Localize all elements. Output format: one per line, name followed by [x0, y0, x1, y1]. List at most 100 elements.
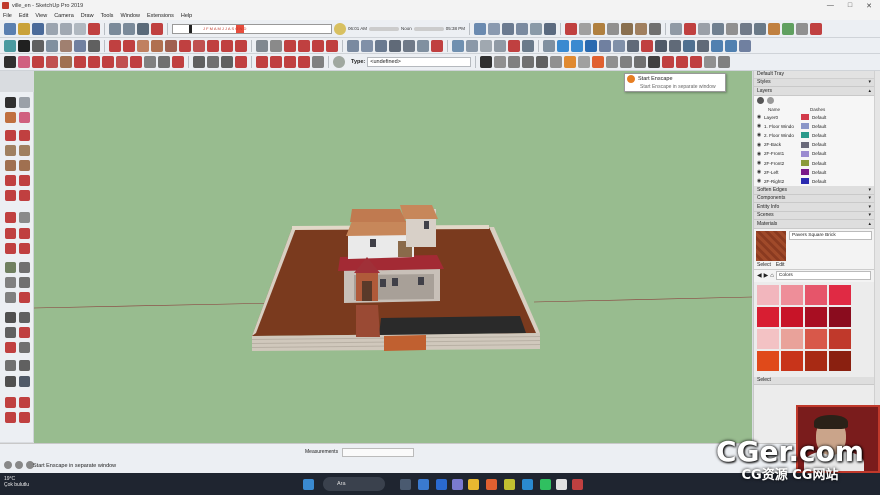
- offset-tool-icon[interactable]: [130, 56, 142, 68]
- sandbox-icon[interactable]: [4, 39, 16, 52]
- chrome-icon[interactable]: [504, 479, 515, 490]
- sun-icon[interactable]: [334, 22, 346, 35]
- camera-iso-icon[interactable]: [474, 22, 487, 35]
- tool-c-icon[interactable]: [74, 39, 86, 52]
- panel-c-icon[interactable]: [739, 39, 751, 52]
- text-tool-icon[interactable]: [158, 56, 170, 68]
- shadow-time-slider[interactable]: 06:01 AM Noon 05:38 PM: [348, 26, 465, 31]
- outer-shell-icon[interactable]: [613, 39, 625, 52]
- circle-icon[interactable]: [165, 39, 177, 52]
- section-materials[interactable]: Materials ▴: [754, 220, 874, 229]
- line-icon[interactable]: [109, 39, 121, 52]
- layer-row[interactable]: ◉ Layer0 Default: [754, 113, 874, 122]
- enscape-panorama-icon[interactable]: [620, 56, 633, 68]
- type-dropdown[interactable]: <undefined>: [367, 57, 472, 67]
- paste-icon[interactable]: [74, 22, 86, 35]
- eye-icon[interactable]: ◉: [754, 123, 764, 129]
- sketchup-taskbar-icon[interactable]: [572, 479, 583, 490]
- material-swatch[interactable]: [757, 328, 779, 349]
- section-select[interactable]: Select: [754, 376, 874, 385]
- polygon-icon[interactable]: [179, 39, 191, 52]
- scale-left-icon[interactable]: [5, 243, 16, 254]
- paint-icon[interactable]: [5, 112, 16, 123]
- pie-icon[interactable]: [235, 39, 247, 52]
- zoom-extents-icon[interactable]: [641, 39, 653, 52]
- play-icon[interactable]: [18, 39, 30, 52]
- style-c-icon[interactable]: [480, 39, 492, 52]
- cube-d-icon[interactable]: [536, 56, 549, 68]
- task-view-icon[interactable]: [400, 479, 411, 490]
- menu-view[interactable]: View: [35, 13, 47, 19]
- move-tool-icon[interactable]: [88, 56, 100, 68]
- house-icon[interactable]: [403, 39, 415, 52]
- hidden-line-icon[interactable]: [607, 22, 620, 35]
- ruby-a-icon[interactable]: [256, 56, 268, 68]
- eye-icon[interactable]: ◉: [754, 132, 764, 138]
- arc-left-icon[interactable]: [5, 175, 16, 186]
- layer-color[interactable]: [801, 169, 809, 176]
- move-arrows-icon[interactable]: [543, 39, 555, 52]
- gear-icon[interactable]: [88, 39, 100, 52]
- text-left-icon[interactable]: [19, 277, 30, 288]
- menu-file[interactable]: File: [3, 13, 12, 19]
- position-camera-icon[interactable]: [683, 39, 695, 52]
- material-swatch[interactable]: [781, 284, 803, 305]
- view-back-icon[interactable]: [417, 39, 429, 52]
- section-scenes[interactable]: Scenes ▾: [754, 211, 874, 220]
- layer-row[interactable]: ◉ 2F-Right2 Default: [754, 177, 874, 186]
- redo-icon[interactable]: [123, 22, 135, 35]
- footprints-icon[interactable]: [697, 39, 709, 52]
- push-pull-icon[interactable]: [270, 39, 282, 52]
- lookaround-left-icon[interactable]: [19, 360, 30, 371]
- move-left-icon[interactable]: [5, 212, 16, 223]
- eraser-icon[interactable]: [18, 56, 30, 68]
- eraser-left-icon[interactable]: [19, 112, 30, 123]
- layer-row[interactable]: ◉ 2F-Back Default: [754, 140, 874, 149]
- material-swatch[interactable]: [805, 328, 827, 349]
- material-swatch[interactable]: [805, 350, 827, 371]
- xray-icon[interactable]: [579, 22, 592, 35]
- menu-extensions[interactable]: Extensions: [147, 13, 174, 19]
- style-a-icon[interactable]: [452, 39, 464, 52]
- 3dtext-left-icon[interactable]: [19, 292, 30, 303]
- camera-right-icon[interactable]: [516, 22, 529, 35]
- shape-tool-icon[interactable]: [60, 56, 72, 68]
- walk-left-icon[interactable]: [5, 376, 16, 387]
- export-icon[interactable]: [740, 22, 753, 35]
- spotify-icon[interactable]: [540, 479, 551, 490]
- tool-a-icon[interactable]: [46, 39, 58, 52]
- tab-edit[interactable]: Edit: [776, 262, 785, 268]
- panel-a-icon[interactable]: [711, 39, 723, 52]
- arc-icon[interactable]: [193, 39, 205, 52]
- geo-icon[interactable]: [4, 461, 12, 469]
- dim-left-icon[interactable]: [19, 262, 30, 273]
- view-front-icon[interactable]: [375, 39, 387, 52]
- material-swatch[interactable]: [829, 350, 851, 371]
- polygon-left-icon[interactable]: [19, 160, 30, 171]
- arc3-left-icon[interactable]: [5, 190, 16, 201]
- camera-left-icon[interactable]: [544, 22, 557, 35]
- material-name-field[interactable]: Pavers Square Brick: [789, 230, 872, 240]
- eye-icon[interactable]: ◉: [754, 160, 764, 166]
- rotate-tool-icon[interactable]: [102, 56, 114, 68]
- components-icon[interactable]: [557, 39, 569, 52]
- textured-icon[interactable]: [635, 22, 648, 35]
- rotate-left-icon[interactable]: [5, 228, 16, 239]
- print-icon[interactable]: [137, 22, 149, 35]
- layer-color[interactable]: [801, 123, 809, 130]
- line-left-icon[interactable]: [5, 130, 16, 141]
- firefox-icon[interactable]: [486, 479, 497, 490]
- rectangle-icon[interactable]: [137, 39, 149, 52]
- undo-icon[interactable]: [109, 22, 121, 35]
- layer-color[interactable]: [801, 141, 809, 148]
- close-button[interactable]: ✕: [866, 2, 872, 10]
- solid-icon[interactable]: [585, 39, 597, 52]
- layer-color[interactable]: [801, 160, 809, 167]
- 3d-house-model[interactable]: [34, 71, 752, 443]
- explorer-icon[interactable]: [468, 479, 479, 490]
- zoom-window-icon[interactable]: [235, 56, 247, 68]
- material-swatch[interactable]: [757, 306, 779, 327]
- ruby-d-icon[interactable]: [298, 56, 310, 68]
- zoom-icon[interactable]: [627, 39, 639, 52]
- wireframe-icon[interactable]: [593, 22, 606, 35]
